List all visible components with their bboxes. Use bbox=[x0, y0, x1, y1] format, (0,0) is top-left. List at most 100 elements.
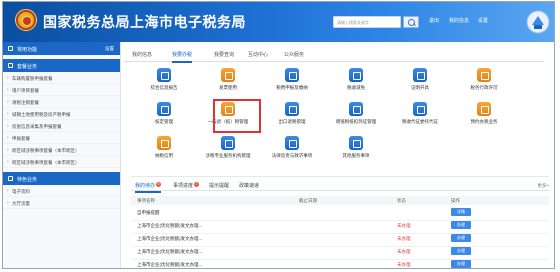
row-status: 未办理 bbox=[397, 249, 411, 254]
sidebar: 常用功能 设置 套餐业务 车辆购置税申报套餐 增户项目套餐 清税注销套餐 城镇土… bbox=[3, 42, 121, 268]
service-icon bbox=[413, 68, 427, 82]
service-label: 发票使用 bbox=[219, 85, 237, 90]
service-label: 税收代征委托代征 bbox=[402, 119, 438, 124]
sidebar-item[interactable]: 申报套餐 bbox=[3, 132, 120, 144]
service-label: 税务行政许可 bbox=[470, 85, 498, 90]
service-icon bbox=[477, 68, 491, 82]
package-icon bbox=[8, 63, 13, 68]
search-icon[interactable] bbox=[403, 16, 419, 28]
service-icon bbox=[157, 68, 171, 82]
row-name[interactable]: 上海市企业(优化税额)发文办理... bbox=[137, 236, 202, 242]
service-tile[interactable]: 证明开具 bbox=[392, 68, 448, 98]
settings-link[interactable]: 设置 bbox=[478, 17, 488, 27]
service-tile[interactable]: 预约办税业务 bbox=[456, 102, 512, 132]
service-icon bbox=[413, 102, 427, 116]
grid-icon bbox=[8, 46, 13, 51]
tab-reminders[interactable]: 提示提醒 bbox=[209, 182, 229, 189]
table-row: 上海市企业(优化税额)发文办理... 未办理 办理 bbox=[131, 220, 549, 234]
service-label: 涉税专业服务机构管理 bbox=[205, 153, 251, 158]
row-action-button[interactable]: 办理 bbox=[451, 234, 471, 242]
service-tile[interactable]: 发票使用 bbox=[200, 68, 256, 98]
my-info-link[interactable]: 我的信息 bbox=[449, 17, 469, 27]
table-header: 事项名称 截止日期 状态 操作 bbox=[131, 196, 549, 205]
row-name[interactable]: 上海市企业(优化税额)发文办理... bbox=[137, 249, 202, 255]
sidebar-section-special[interactable]: 特色业务 bbox=[3, 172, 120, 185]
logout-link[interactable]: 退出 bbox=[429, 17, 439, 27]
tab-query[interactable]: 我要查询 bbox=[214, 51, 234, 58]
service-tile[interactable]: 法律追责与救济事项 bbox=[264, 136, 320, 166]
service-icon bbox=[221, 136, 235, 150]
service-label: 核定管理 bbox=[155, 119, 173, 124]
row-action-button[interactable]: 办理 bbox=[451, 260, 471, 268]
col-status: 状态 bbox=[397, 198, 406, 203]
sidebar-item[interactable]: 跨区域涉税事项套餐（本市跨区） bbox=[3, 144, 120, 156]
service-label: 其他服务事项 bbox=[342, 153, 370, 158]
service-tile[interactable]: 涉税专业服务机构管理 bbox=[200, 136, 256, 166]
row-action-button[interactable]: 办理 bbox=[451, 247, 471, 255]
service-icon bbox=[349, 68, 363, 82]
sidebar-item[interactable]: 电子资料 bbox=[3, 185, 120, 197]
service-tile[interactable]: 税收减免 bbox=[328, 68, 384, 98]
service-tile[interactable]: 纳税信用 bbox=[136, 136, 192, 166]
sidebar-section-package[interactable]: 套餐业务 bbox=[3, 59, 120, 72]
service-tile[interactable]: 综合信息报告 bbox=[136, 68, 192, 98]
service-icon bbox=[285, 68, 299, 82]
main-content: 我的信息 我要办税 我要查询 互动中心 公众服务 综合信息报告 发票使用 税费申报及… bbox=[124, 42, 554, 268]
tab-policy[interactable]: 政策速递 bbox=[239, 182, 259, 189]
sidebar-item[interactable]: 清税注销套餐 bbox=[3, 96, 120, 108]
tax-logo-icon bbox=[526, 10, 550, 34]
sidebar-item[interactable]: 跨区域涉税事项套餐（本市跨区） bbox=[3, 156, 120, 168]
sidebar-section-common[interactable]: 常用功能 设置 bbox=[3, 42, 120, 55]
row-name[interactable]: 上海市企业(优化税额)发文办理... bbox=[137, 223, 202, 229]
search-input[interactable]: 请输入搜索关键字 bbox=[333, 16, 401, 28]
service-label: 预约办税业务 bbox=[470, 119, 498, 124]
more-link[interactable]: 更多> bbox=[537, 183, 549, 189]
sidebar-section-title: 套餐业务 bbox=[17, 64, 38, 70]
todo-badge: 6 bbox=[156, 182, 162, 187]
sidebar-setting-link[interactable]: 设置 bbox=[105, 46, 114, 52]
table-row: 自申报提醒 详情 bbox=[131, 207, 549, 221]
service-label: 税费申报及缴纳 bbox=[276, 85, 308, 90]
row-action-button[interactable]: 办理 bbox=[451, 221, 471, 229]
service-label: 证明开具 bbox=[411, 85, 429, 90]
tab-progress[interactable]: 事项进度 1 bbox=[173, 182, 200, 189]
row-name[interactable]: 自申报提醒 bbox=[137, 210, 160, 216]
sidebar-item[interactable]: 城镇土地使用税及房产税申报 bbox=[3, 108, 120, 120]
site-header: 国家税务总局上海市电子税务局 请输入搜索关键字 退出 我的信息 设置 bbox=[3, 2, 554, 42]
row-action-button[interactable]: 详情 bbox=[451, 208, 471, 216]
sidebar-item[interactable]: 房屋信息采集及申报套餐 bbox=[3, 120, 120, 132]
col-name: 事项名称 bbox=[137, 198, 155, 203]
sidebar-item[interactable]: 增户项目套餐 bbox=[3, 84, 120, 96]
service-icon bbox=[349, 136, 363, 150]
tab-public-service[interactable]: 公众服务 bbox=[284, 51, 304, 58]
star-icon bbox=[8, 176, 13, 181]
panel-tabs: 我的待办 6 事项进度 1 提示提醒 政策速递 更多> bbox=[131, 180, 549, 193]
highlight-box bbox=[213, 99, 261, 133]
service-label: 综合信息报告 bbox=[150, 85, 178, 90]
progress-badge: 1 bbox=[194, 182, 200, 187]
site-title: 国家税务总局上海市电子税务局 bbox=[43, 14, 246, 30]
service-icon bbox=[157, 102, 171, 116]
sidebar-item[interactable]: 大厅流量 bbox=[3, 197, 120, 209]
service-tile[interactable]: 税收代征委托代征 bbox=[392, 102, 448, 132]
service-icon bbox=[285, 102, 299, 116]
national-emblem-icon bbox=[15, 9, 37, 31]
table-row: 上海市企业(优化税额)发文办理... 未办理 办理 bbox=[131, 233, 549, 247]
service-tile[interactable]: 核定管理 bbox=[136, 102, 192, 132]
service-label: 法律追责与救济事项 bbox=[271, 153, 313, 158]
service-tile[interactable]: 税务行政许可 bbox=[456, 68, 512, 98]
service-tile[interactable]: 增值税抵扣凭证管理 bbox=[328, 102, 384, 132]
sidebar-item[interactable]: 车辆购置税申报套餐 bbox=[3, 72, 120, 84]
service-tile[interactable]: 其他服务事项 bbox=[328, 136, 384, 166]
row-status: 未办理 bbox=[397, 236, 411, 241]
service-tile[interactable]: 税费申报及缴纳 bbox=[264, 68, 320, 98]
col-deadline: 截止日期 bbox=[299, 198, 317, 203]
tab-my-info[interactable]: 我的信息 bbox=[132, 51, 152, 58]
tab-tax-handling[interactable]: 我要办税 bbox=[172, 51, 193, 63]
tab-my-todo[interactable]: 我的待办 6 bbox=[135, 182, 162, 193]
table-row: 上海市企业(优化税额)发文办理... 未办理 办理 bbox=[131, 259, 549, 268]
service-tile[interactable]: 出口退税管理 bbox=[264, 102, 320, 132]
row-name[interactable]: 上海市企业(优化税额)发文办理... bbox=[137, 262, 202, 268]
tab-interaction[interactable]: 互动中心 bbox=[248, 51, 268, 58]
service-icon bbox=[157, 136, 171, 150]
